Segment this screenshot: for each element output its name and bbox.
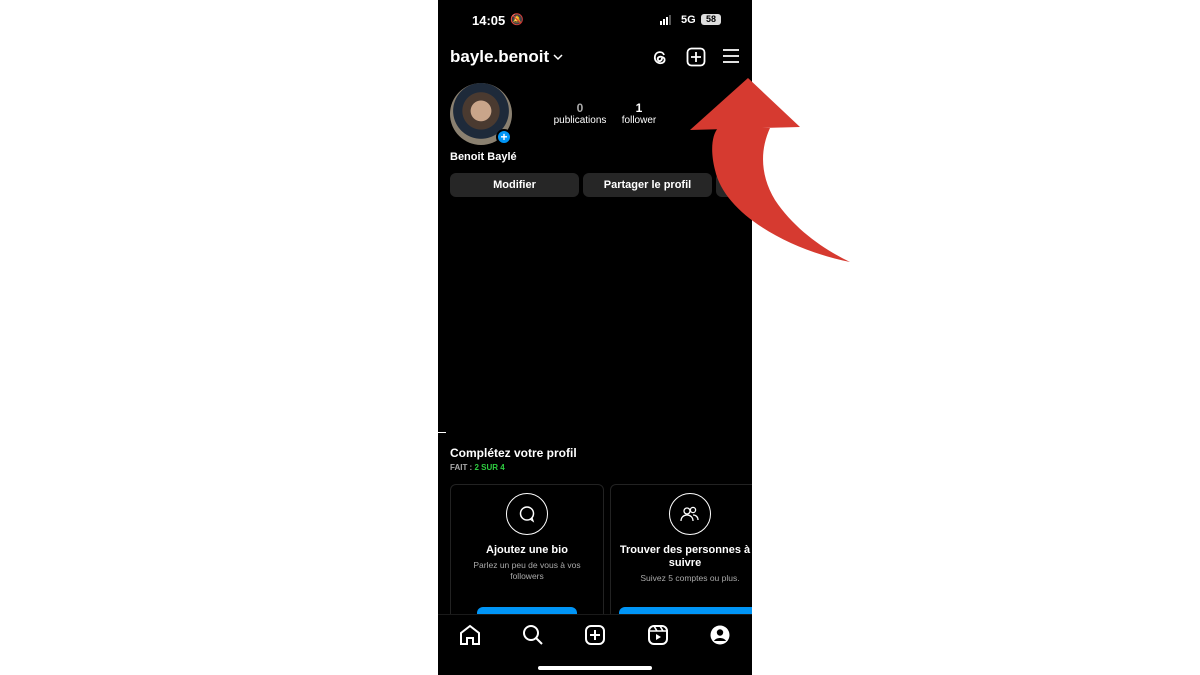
red-arrow-annotation xyxy=(690,78,850,262)
arrow-head xyxy=(690,78,800,130)
arrow-body xyxy=(712,128,850,262)
